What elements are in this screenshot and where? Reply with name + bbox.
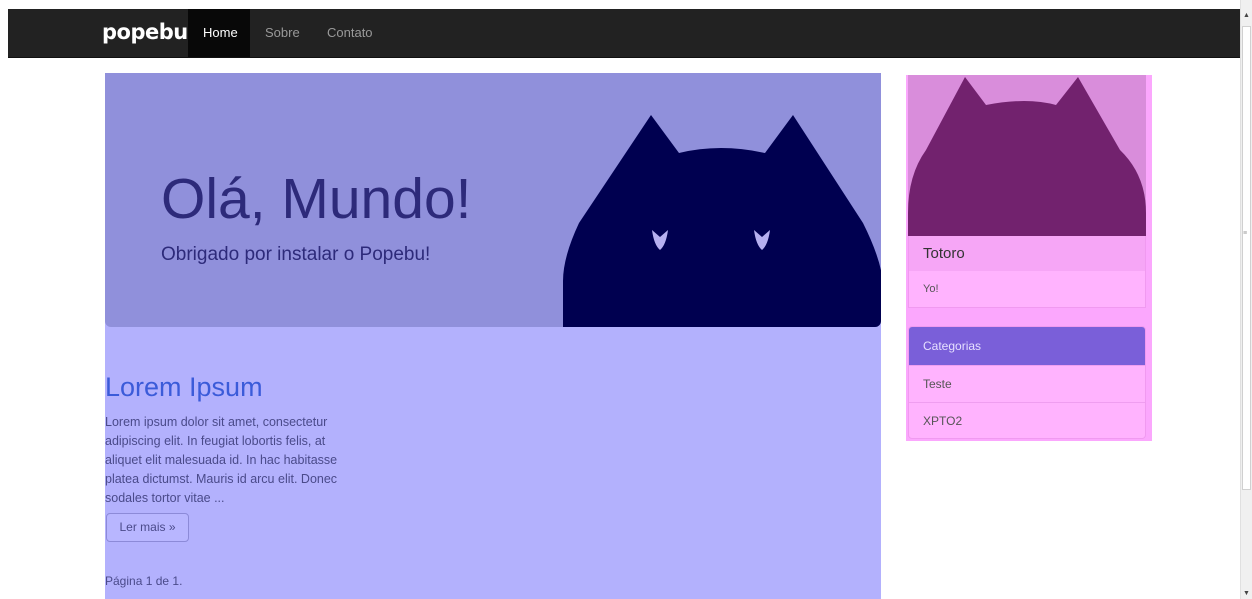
totoro-avatar-icon	[908, 75, 1146, 236]
brand-logo[interactable]: popebu	[102, 21, 188, 43]
post-title[interactable]: Lorem Ipsum	[105, 372, 263, 402]
profile-text: Yo!	[923, 283, 939, 295]
hero-banner: Olá, Mundo! Obrigado por instalar o Pope…	[105, 73, 881, 327]
scroll-grip-icon: ≡	[1243, 230, 1248, 237]
hero-subtitle: Obrigado por instalar o Popebu!	[161, 244, 431, 265]
scroll-thumb[interactable]	[1242, 26, 1251, 490]
pagination-text: Página 1 de 1.	[105, 574, 183, 588]
categories-panel: Categorias Teste XPTO2	[908, 326, 1146, 439]
main-content: Olá, Mundo! Obrigado por instalar o Pope…	[105, 73, 881, 599]
nav-item-contato[interactable]: Contato	[312, 9, 392, 57]
navbar: popebu Home Sobre Contato	[8, 9, 1240, 58]
sidebar: Totoro Yo! Categorias Teste XPTO2	[906, 75, 1152, 441]
cat-silhouette-icon	[563, 115, 881, 327]
read-more-button[interactable]: Ler mais »	[106, 513, 189, 542]
scroll-down-icon[interactable]: ▼	[1243, 590, 1250, 598]
nav-item-sobre[interactable]: Sobre	[250, 9, 312, 57]
page-top-strip	[0, 0, 1240, 9]
profile-name: Totoro	[909, 236, 1145, 271]
categories-header: Categorias	[909, 327, 1145, 365]
category-item-xpto2[interactable]: XPTO2	[909, 402, 1145, 438]
profile-card: Totoro Yo!	[908, 75, 1146, 308]
hero-title: Olá, Mundo!	[161, 167, 472, 231]
vertical-scrollbar[interactable]: ▲ ≡ ▼	[1240, 0, 1252, 599]
scroll-up-icon[interactable]: ▲	[1243, 12, 1250, 20]
category-item-teste[interactable]: Teste	[909, 365, 1145, 402]
nav-item-home[interactable]: Home	[188, 9, 250, 57]
post-excerpt: Lorem ipsum dolor sit amet, consectetur …	[105, 415, 338, 505]
